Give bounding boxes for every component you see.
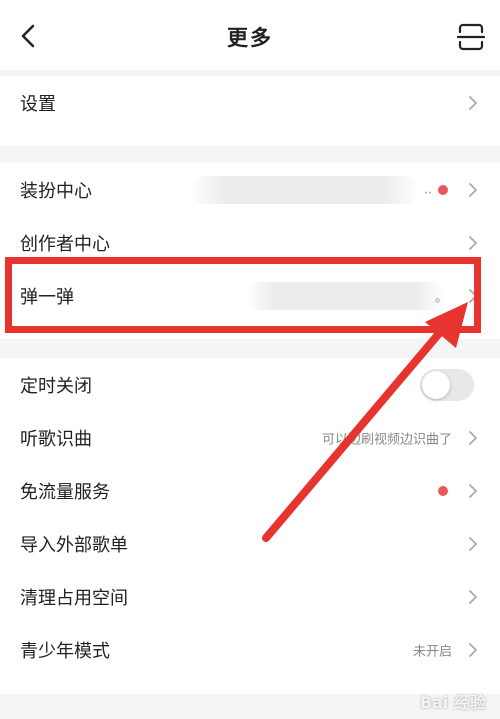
chevron-right-icon (469, 536, 477, 551)
chevron-right-icon (469, 235, 477, 250)
notification-dot (438, 184, 448, 195)
menu-item-teen-mode[interactable]: 青少年模式 未开启 (0, 623, 500, 676)
sleep-timer-toggle[interactable] (420, 368, 474, 401)
menu-item-data-free-service[interactable]: 免流量服务 (0, 464, 500, 517)
menu-item-label: 设置 (20, 93, 56, 115)
watermark: Bai 经验 (419, 693, 486, 712)
menu-item-label: 青少年模式 (20, 640, 110, 662)
page-title: 更多 (227, 26, 273, 50)
highlight-box (5, 257, 481, 333)
tools-section: 定时关闭 听歌识曲 可以边刷视频边识曲了 免流量服务 导入外部歌单 清理占用空间… (0, 358, 500, 694)
chevron-right-icon (469, 182, 477, 197)
menu-item-song-recognition[interactable]: 听歌识曲 可以边刷视频边识曲了 (0, 411, 500, 464)
chevron-right-icon (469, 589, 477, 604)
notification-dot (438, 485, 448, 496)
scan-icon[interactable] (456, 22, 486, 52)
menu-item-label: 创作者中心 (20, 233, 110, 255)
menu-item-label: 导入外部歌单 (20, 534, 128, 556)
menu-item-sleep-timer[interactable]: 定时关闭 (0, 358, 500, 411)
menu-item-value: 可以边刷视频边识曲了 (321, 432, 452, 447)
menu-item-label: 免流量服务 (20, 481, 110, 503)
chevron-right-icon (469, 430, 477, 445)
settings-section: 设置 (0, 76, 500, 146)
blurred-value (190, 175, 420, 204)
menu-item-label: 听歌识曲 (20, 428, 92, 450)
menu-item-label: 清理占用空间 (20, 587, 128, 609)
menu-item-label: 装扮中心 (20, 180, 92, 202)
menu-item-import-playlist[interactable]: 导入外部歌单 (0, 517, 500, 570)
chevron-right-icon (469, 483, 477, 498)
menu-item-value: 未开启 (412, 644, 452, 659)
chevron-right-icon (469, 642, 477, 657)
chevron-right-icon (469, 95, 477, 110)
top-bar: 更多 (0, 0, 500, 70)
menu-item-label: 定时关闭 (20, 375, 92, 397)
toggle-knob (422, 370, 450, 399)
menu-item-clear-storage[interactable]: 清理占用空间 (0, 570, 500, 623)
menu-item-settings[interactable]: 设置 (0, 76, 500, 129)
menu-item-value: .. (423, 182, 432, 197)
menu-item-dress-up-center[interactable]: 装扮中心 .. (0, 163, 500, 216)
